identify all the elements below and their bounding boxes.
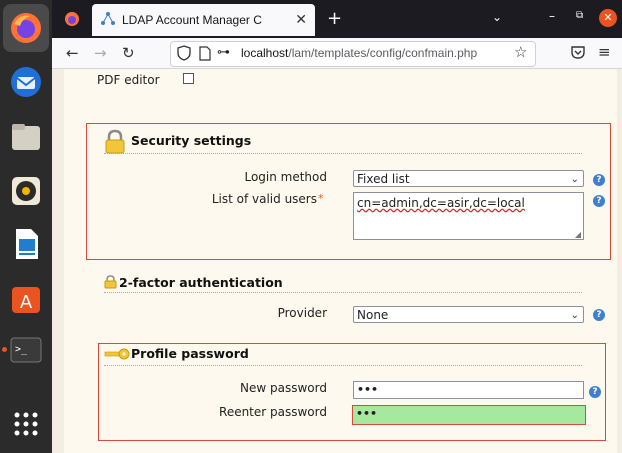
menu-icon[interactable]: ≡: [598, 43, 611, 61]
libreoffice-writer-icon[interactable]: [7, 225, 45, 263]
lock-small-icon: [104, 275, 117, 292]
page-info-icon[interactable]: [199, 46, 211, 64]
bookmark-star-icon[interactable]: ☆: [514, 43, 527, 61]
pocket-icon[interactable]: [570, 44, 586, 63]
forward-icon[interactable]: →: [94, 44, 107, 62]
config-panel: PDF editor Security settings Login metho…: [64, 69, 617, 453]
ubuntu-dock: A >_: [0, 0, 52, 453]
pdf-editor-checkbox[interactable]: [183, 73, 194, 84]
key-icon: [104, 347, 130, 364]
tab-bar: LDAP Account Manager C ✕ + ⌄ – ⧉ ✕: [52, 0, 622, 38]
resize-handle-icon[interactable]: ◢: [575, 230, 581, 239]
valid-users-label: List of valid users: [211, 192, 317, 206]
profile-password-title: Profile password: [131, 346, 249, 361]
valid-users-textarea[interactable]: cn=admin,dc=asir,dc=local ◢: [353, 192, 584, 240]
thunderbird-icon[interactable]: [7, 63, 45, 101]
help-icon[interactable]: ?: [593, 174, 605, 186]
provider-select[interactable]: None ⌄: [353, 306, 584, 323]
svg-text:A: A: [20, 292, 33, 313]
help-icon[interactable]: ?: [593, 309, 605, 321]
back-icon[interactable]: ←: [66, 44, 79, 62]
help-icon[interactable]: ?: [593, 195, 605, 207]
new-tab-icon[interactable]: +: [327, 8, 342, 29]
new-password-input[interactable]: •••: [353, 381, 584, 399]
window-close-icon[interactable]: ✕: [599, 9, 617, 27]
pdf-editor-label: PDF editor: [97, 73, 160, 87]
login-method-select[interactable]: Fixed list ⌄: [353, 170, 584, 187]
two-factor-title: 2-factor authentication: [119, 275, 283, 290]
divider: [104, 153, 582, 154]
provider-value: None: [357, 308, 389, 322]
page-content: PDF editor Security settings Login metho…: [52, 69, 622, 453]
chevron-down-icon: ⌄: [570, 174, 579, 185]
chevron-down-icon: ⌄: [570, 310, 579, 321]
permissions-key-icon[interactable]: ⊶: [217, 45, 230, 60]
new-password-label: New password: [240, 381, 327, 395]
help-icon[interactable]: ?: [589, 386, 601, 398]
terminal-icon[interactable]: >_: [7, 331, 45, 369]
tracking-shield-icon[interactable]: [177, 45, 191, 64]
provider-label: Provider: [277, 306, 327, 320]
nav-bar: ← → ↻ ⊶ localhost/lam/templates/config/c…: [52, 38, 622, 69]
required-marker: *: [318, 192, 324, 205]
lam-favicon-icon: [100, 11, 116, 30]
tab-title: LDAP Account Manager C: [122, 13, 262, 27]
tab-close-icon[interactable]: ✕: [295, 12, 307, 28]
minimize-icon[interactable]: –: [549, 9, 555, 23]
list-tabs-icon[interactable]: ⌄: [492, 10, 502, 24]
url-text: localhost/lam/templates/config/confmain.…: [241, 46, 478, 60]
files-icon[interactable]: [7, 118, 45, 156]
url-bar[interactable]: ⊶ localhost/lam/templates/config/confmai…: [170, 41, 536, 67]
rhythmbox-icon[interactable]: [7, 172, 45, 210]
firefox-view-icon[interactable]: [64, 11, 80, 30]
valid-users-value: cn=admin,dc=asir,dc=local: [357, 196, 525, 210]
security-settings-title: Security settings: [131, 133, 252, 148]
tab-lam[interactable]: LDAP Account Manager C ✕: [92, 4, 315, 36]
reload-icon[interactable]: ↻: [122, 44, 135, 62]
divider: [104, 292, 582, 293]
reenter-password-label: Reenter password: [219, 405, 327, 419]
reenter-password-input[interactable]: •••: [352, 405, 586, 425]
maximize-icon[interactable]: ⧉: [576, 10, 583, 21]
login-method-label: Login method: [244, 170, 327, 184]
firefox-icon[interactable]: [3, 4, 49, 52]
svg-text:>_: >_: [15, 344, 28, 355]
divider: [104, 365, 582, 366]
login-method-value: Fixed list: [357, 172, 410, 186]
ubuntu-software-icon[interactable]: A: [7, 279, 45, 317]
show-apps-icon[interactable]: [7, 405, 45, 443]
